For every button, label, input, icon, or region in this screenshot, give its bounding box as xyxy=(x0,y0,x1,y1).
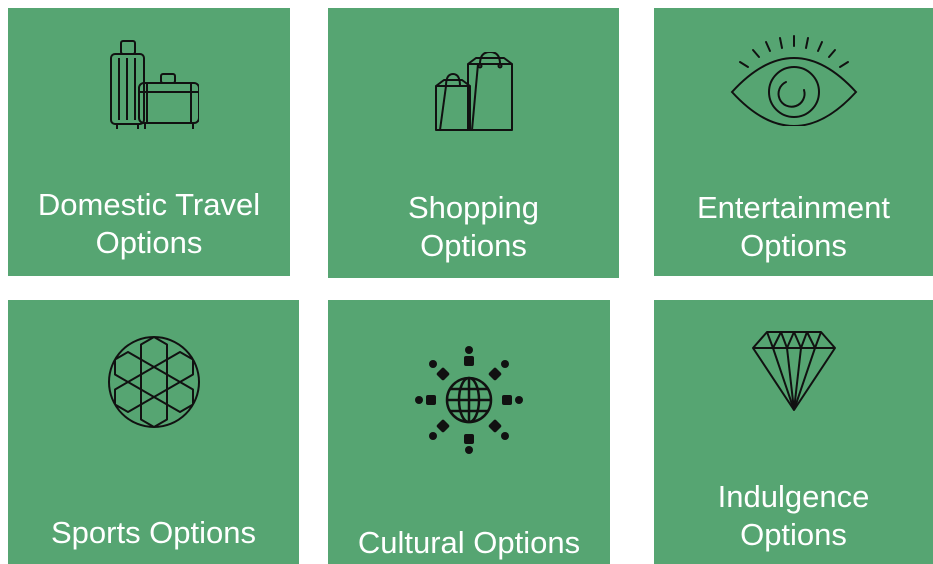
tile-label: Sports Options xyxy=(50,515,257,550)
tile-label: Cultural Options xyxy=(357,525,581,560)
tile-shopping[interactable]: Shopping Options xyxy=(328,8,619,278)
tile-domestic-travel[interactable]: Domestic Travel Options xyxy=(8,8,290,276)
shopping-bags-icon xyxy=(328,52,619,136)
tile-label: Domestic Travel Options xyxy=(37,187,261,260)
globe-people-icon xyxy=(328,344,610,456)
tile-entertainment[interactable]: Entertainment Options xyxy=(654,8,933,276)
tile-cultural[interactable]: Cultural Options xyxy=(328,300,610,564)
soccer-ball-icon xyxy=(8,335,299,429)
tile-indulgence[interactable]: Indulgence Options xyxy=(654,300,933,564)
tile-label: Shopping Options xyxy=(407,190,539,263)
tile-label: Entertainment Options xyxy=(697,190,890,263)
tile-sports[interactable]: Sports Options xyxy=(8,300,299,564)
eye-icon xyxy=(654,30,933,126)
tile-label: Indulgence Options xyxy=(717,479,870,552)
luggage-icon xyxy=(8,38,290,133)
diamond-icon xyxy=(654,330,933,412)
